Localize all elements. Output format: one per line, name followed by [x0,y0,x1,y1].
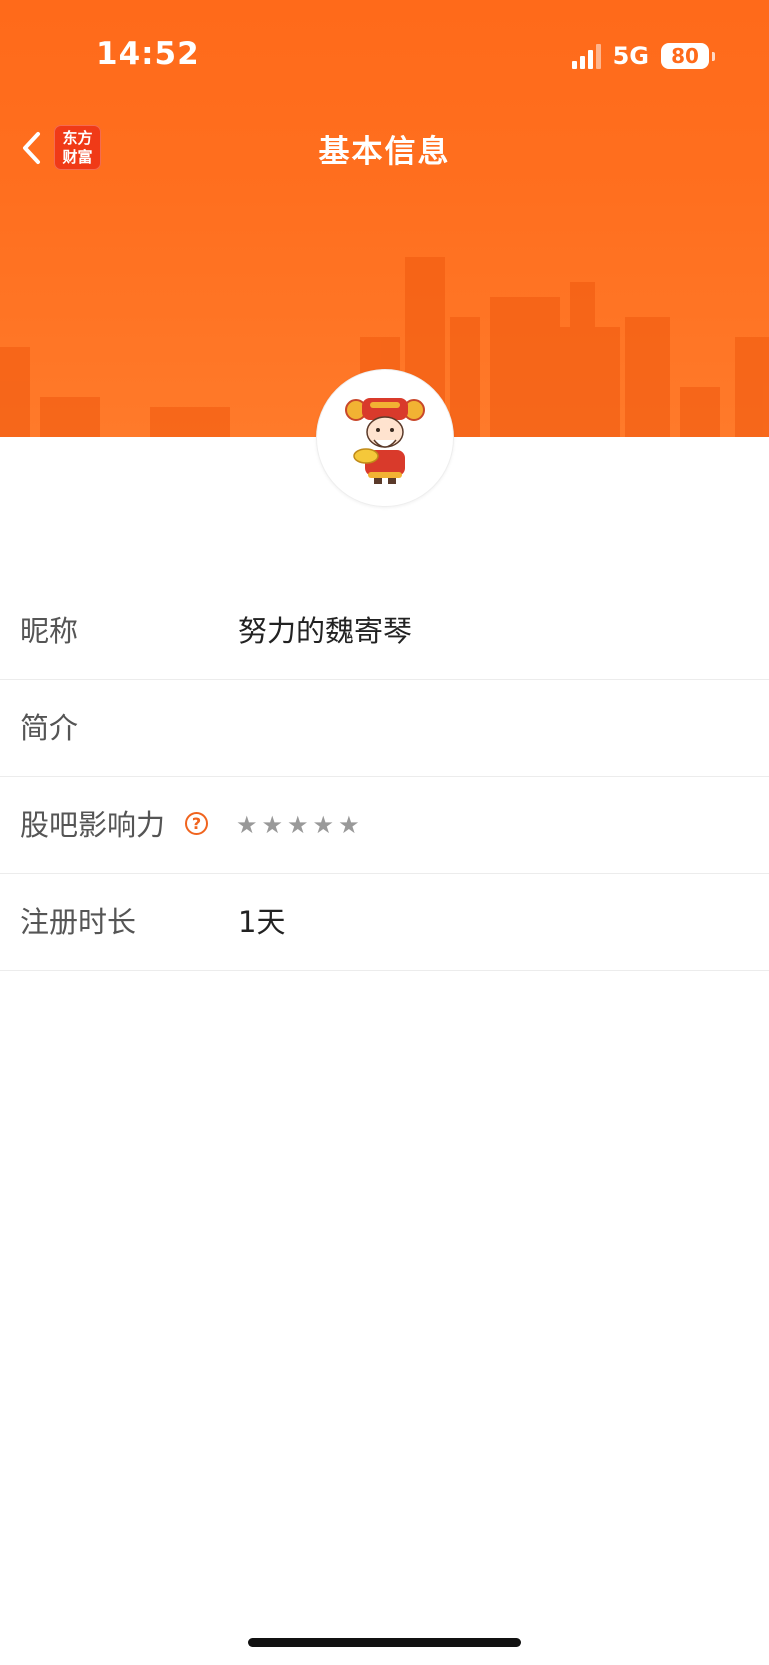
battery-icon: 80 [661,43,715,69]
fortune-god-avatar-icon [345,398,425,484]
star-icon: ★ [312,811,335,839]
influence-label: 股吧影响力 [20,808,166,842]
nickname-row: 昵称 努力的魏寄琴 [0,583,769,680]
star-icon: ★ [287,811,309,839]
network-type: 5G [612,42,649,70]
battery-level: 80 [671,44,699,68]
bio-row[interactable]: 简介 [0,680,769,777]
star-icon: ★ [338,811,360,839]
registration-duration-row: 注册时长 1天 [0,874,769,971]
status-time: 14:52 [96,36,200,72]
avatar[interactable] [316,369,454,507]
home-indicator[interactable] [248,1638,521,1647]
registration-duration-label: 注册时长 [20,905,137,939]
star-icon: ★ [261,811,284,839]
nickname-label: 昵称 [20,614,79,648]
influence-row: 股吧影响力 ? ★ ★ ★ ★ ★ [0,777,769,874]
influence-rating: ★ ★ ★ ★ ★ [236,777,360,873]
help-question-icon[interactable]: ? [185,812,208,835]
status-indicators: 5G 80 [571,40,715,72]
page-title: 基本信息 [318,134,451,170]
nickname-value: 努力的魏寄琴 [238,614,413,648]
star-icon: ★ [236,811,258,839]
registration-duration-value: 1天 [238,905,286,939]
bio-label: 简介 [20,711,79,745]
signal-icon [571,43,601,69]
